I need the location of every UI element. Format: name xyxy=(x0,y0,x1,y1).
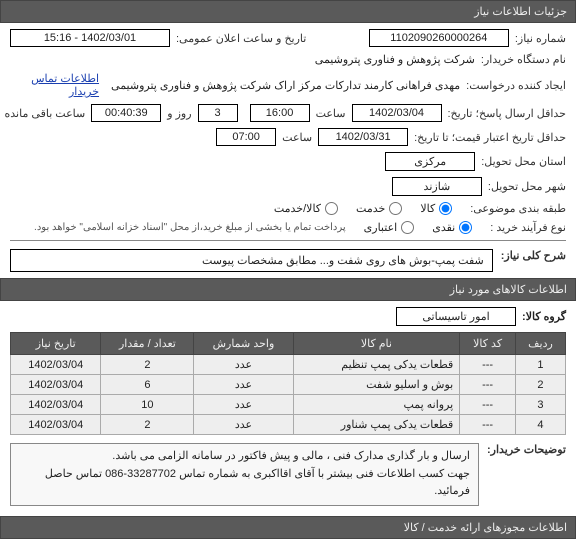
value-province: مرکزی xyxy=(385,152,475,171)
cell-code: --- xyxy=(460,415,516,435)
label-hour-1: ساعت xyxy=(316,107,346,120)
label-valid-deadline: حداقل تاریخ اعتبار قیمت؛ تا تاریخ: xyxy=(414,131,566,144)
radio-goods-input[interactable] xyxy=(439,202,452,215)
cell-code: --- xyxy=(460,355,516,375)
table-row[interactable]: 3---پروانه پمپعدد101402/03/04 xyxy=(11,395,566,415)
cell-row: 1 xyxy=(515,355,565,375)
col-row: ردیف xyxy=(515,333,565,355)
label-remaining: ساعت باقی مانده xyxy=(5,107,86,120)
cell-qty: 6 xyxy=(101,375,194,395)
radio-cash-label: نقدی xyxy=(432,221,455,234)
value-creator: مهدی فراهانی کارمند تدارکات مرکز اراک شر… xyxy=(111,79,460,92)
radio-both-label: کالا/خدمت xyxy=(274,202,321,215)
credit-note: پرداخت تمام یا بخشی از مبلغ خرید،از محل … xyxy=(34,222,346,233)
col-name: نام کالا xyxy=(293,333,460,355)
value-city: شازند xyxy=(392,177,482,196)
value-answer-date: 1402/03/04 xyxy=(352,104,442,122)
label-need-number: شماره نیاز: xyxy=(515,32,566,45)
cell-code: --- xyxy=(460,375,516,395)
label-need-title: شرح کلی نیاز: xyxy=(501,249,566,262)
cell-date: 1402/03/04 xyxy=(11,415,101,435)
cell-code: --- xyxy=(460,395,516,415)
table-row[interactable]: 2---بوش و اسلیو شفتعدد61402/03/04 xyxy=(11,375,566,395)
table-row[interactable]: 1---قطعات یدکی پمپ تنظیمعدد21402/03/04 xyxy=(11,355,566,375)
cell-unit: عدد xyxy=(194,355,293,375)
col-unit: واحد شمارش xyxy=(194,333,293,355)
radio-service-input[interactable] xyxy=(389,202,402,215)
radio-credit[interactable]: اعتباری xyxy=(364,221,415,234)
cell-qty: 2 xyxy=(101,355,194,375)
cell-row: 4 xyxy=(515,415,565,435)
col-date: تاریخ نیاز xyxy=(11,333,101,355)
divider-1 xyxy=(10,240,566,241)
section-details-header: جزئیات اطلاعات نیاز xyxy=(0,0,576,23)
radio-both[interactable]: کالا/خدمت xyxy=(274,202,338,215)
value-days-remaining: 3 xyxy=(198,104,238,122)
label-buyer-org: نام دستگاه خریدار: xyxy=(481,53,566,66)
items-table: ردیف کد کالا نام کالا واحد شمارش تعداد /… xyxy=(10,332,566,435)
cell-unit: عدد xyxy=(194,395,293,415)
radio-service-label: خدمت xyxy=(356,202,385,215)
value-buyer-org: شرکت پژوهش و فناوری پتروشیمی xyxy=(315,53,475,66)
cell-name: قطعات یدکی پمپ شناور xyxy=(293,415,460,435)
radio-goods-label: کالا xyxy=(420,202,435,215)
radio-credit-label: اعتباری xyxy=(364,221,398,234)
value-answer-hour: 16:00 xyxy=(250,104,310,122)
radio-service[interactable]: خدمت xyxy=(356,202,402,215)
cell-row: 2 xyxy=(515,375,565,395)
value-valid-date: 1402/03/31 xyxy=(318,128,408,146)
cell-name: قطعات یدکی پمپ تنظیم xyxy=(293,355,460,375)
items-area: گروه کالا: امور تاسیساتی ردیف کد کالا نا… xyxy=(0,301,576,516)
label-day-and: روز و xyxy=(167,107,191,120)
col-code: کد کالا xyxy=(460,333,516,355)
label-city: شهر محل تحویل: xyxy=(488,180,566,193)
details-form: شماره نیاز: 1102090260000264 تاریخ و ساع… xyxy=(0,23,576,278)
cell-unit: عدد xyxy=(194,415,293,435)
cell-row: 3 xyxy=(515,395,565,415)
cell-date: 1402/03/04 xyxy=(11,395,101,415)
label-creator: ایجاد کننده درخواست: xyxy=(466,79,566,92)
cell-date: 1402/03/04 xyxy=(11,355,101,375)
section-permits-header: اطلاعات مجوزهای ارائه خدمت / کالا xyxy=(0,516,576,539)
radio-both-input[interactable] xyxy=(325,202,338,215)
label-province: استان محل تحویل: xyxy=(481,155,566,168)
cell-unit: عدد xyxy=(194,375,293,395)
buyer-contact-link[interactable]: اطلاعات تماس خریدار xyxy=(10,72,99,98)
label-hour-2: ساعت xyxy=(282,131,312,144)
label-answer-deadline: حداقل ارسال پاسخ؛ تاریخ: xyxy=(448,107,567,120)
value-need-number: 1102090260000264 xyxy=(369,29,509,47)
label-process: نوع فرآیند خرید : xyxy=(490,221,566,234)
value-countdown: 00:40:39 xyxy=(91,104,161,122)
cell-date: 1402/03/04 xyxy=(11,375,101,395)
label-buyer-notes: توضیحات خریدار: xyxy=(487,443,566,456)
section-items-header: اطلاعات کالاهای مورد نیاز xyxy=(0,278,576,301)
label-announce-date: تاریخ و ساعت اعلان عمومی: xyxy=(176,32,306,45)
radio-credit-input[interactable] xyxy=(401,221,414,234)
radio-cash-input[interactable] xyxy=(459,221,472,234)
cell-qty: 10 xyxy=(101,395,194,415)
cell-name: بوش و اسلیو شفت xyxy=(293,375,460,395)
value-need-title: شفت پمپ-بوش های روی شفت و... مطابق مشخصا… xyxy=(10,249,493,272)
table-row[interactable]: 4---قطعات یدکی پمپ شناورعدد21402/03/04 xyxy=(11,415,566,435)
label-goods-group: گروه کالا: xyxy=(522,310,566,323)
value-goods-group: امور تاسیساتی xyxy=(396,307,516,326)
value-announce-date: 1402/03/01 - 15:16 xyxy=(10,29,170,47)
cell-qty: 2 xyxy=(101,415,194,435)
cell-name: پروانه پمپ xyxy=(293,395,460,415)
value-buyer-notes: ارسال و بار گذاری مدارک فنی ، مالی و پیش… xyxy=(10,443,479,506)
radio-cash[interactable]: نقدی xyxy=(432,221,472,234)
radio-goods[interactable]: کالا xyxy=(420,202,452,215)
items-tbody: 1---قطعات یدکی پمپ تنظیمعدد21402/03/042-… xyxy=(11,355,566,435)
label-category: طبقه بندی موضوعی: xyxy=(470,202,566,215)
col-qty: تعداد / مقدار xyxy=(101,333,194,355)
value-valid-hour: 07:00 xyxy=(216,128,276,146)
